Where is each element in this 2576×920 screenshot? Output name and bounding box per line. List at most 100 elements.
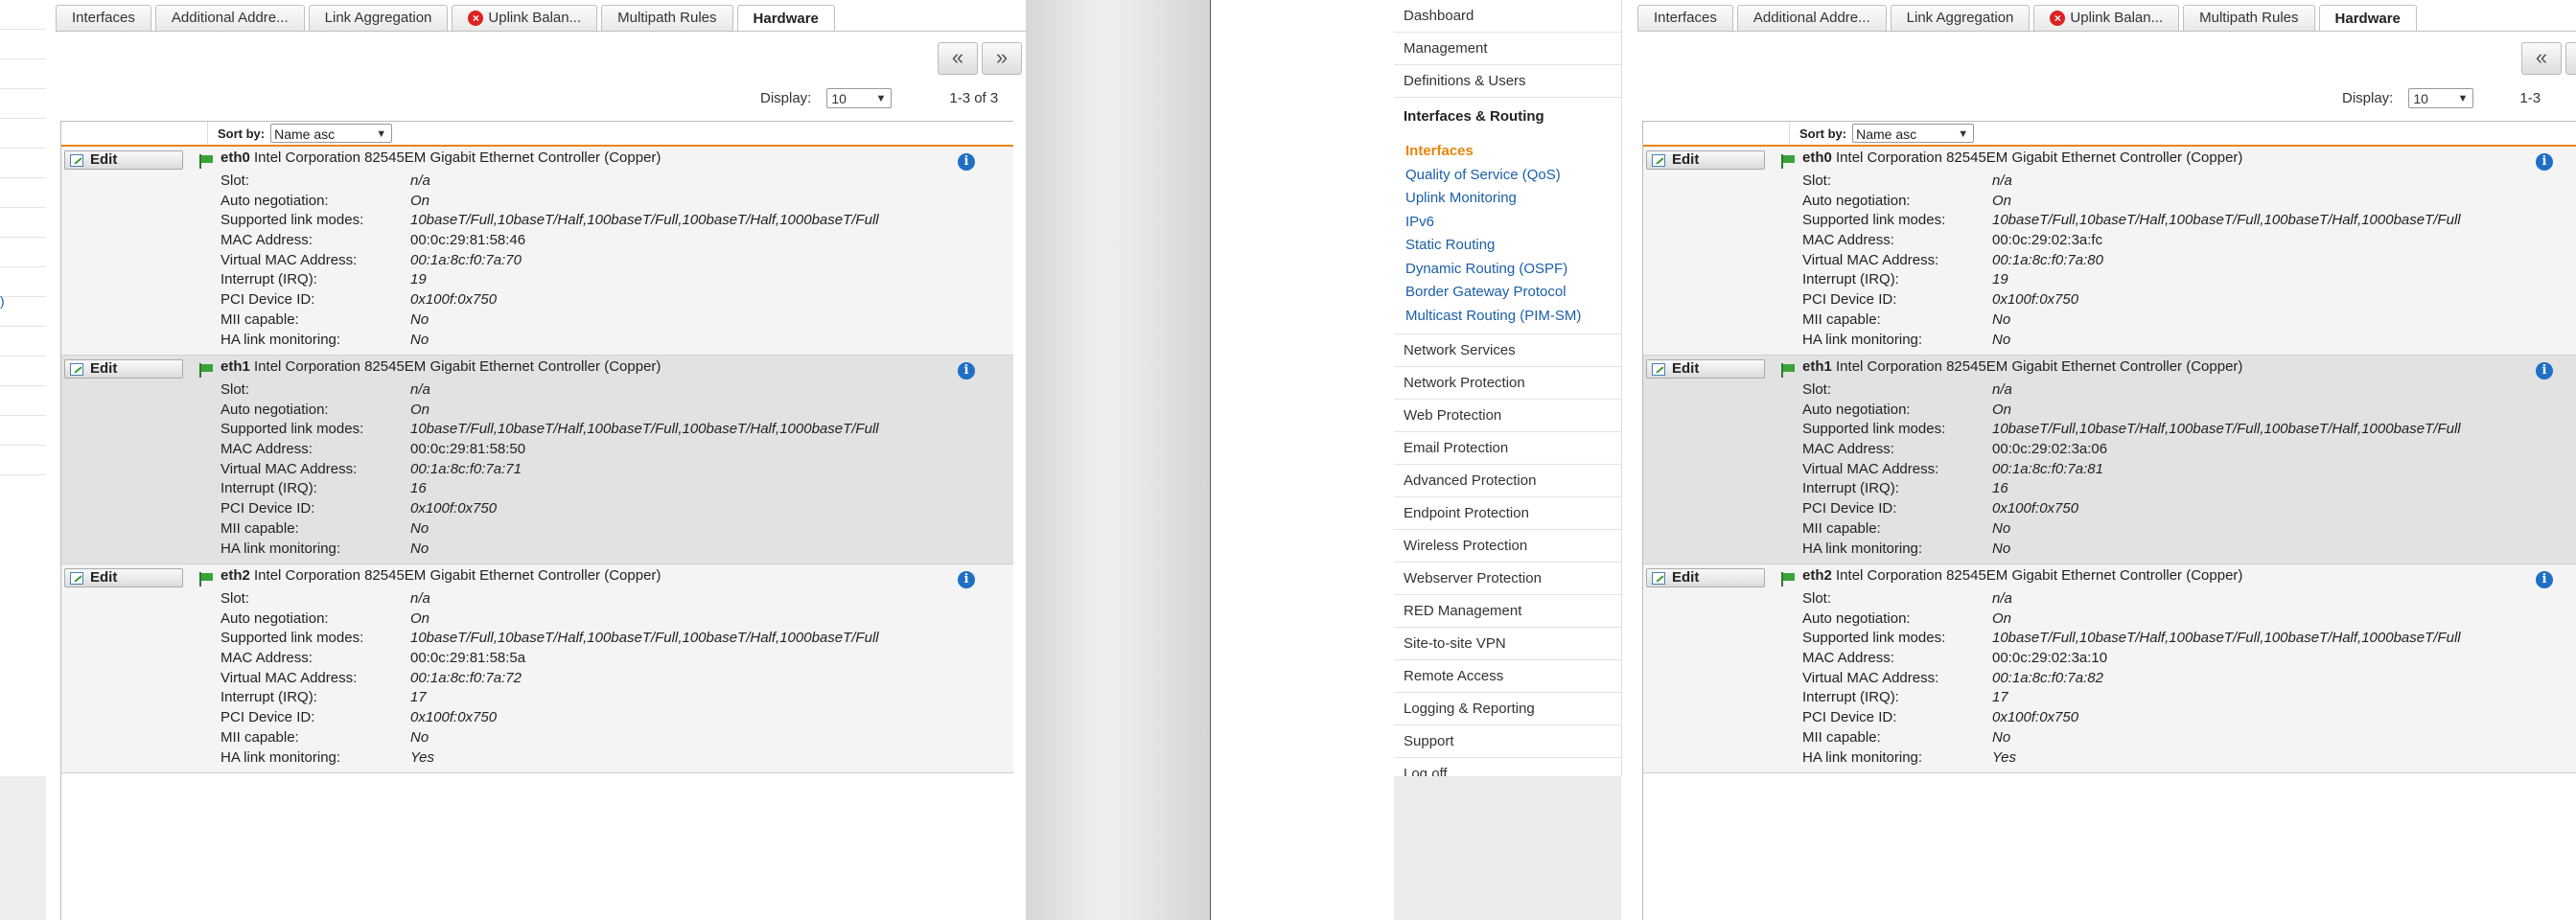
- property-value: 10baseT/Full,10baseT/Half,100baseT/Full,…: [410, 630, 879, 647]
- property-value: 00:0c:29:81:58:50: [410, 441, 526, 458]
- select-all-column: [60, 122, 208, 145]
- sidebar-item-advanced-protection[interactable]: Advanced Protection: [1394, 465, 1621, 497]
- tab-uplink-balan[interactable]: × Uplink Balan...: [452, 5, 598, 31]
- sidebar-item-remote-access[interactable]: Remote Access: [1394, 660, 1621, 693]
- property-label: MAC Address:: [1802, 232, 1894, 249]
- edit-button[interactable]: Edit: [1646, 359, 1765, 379]
- interface-title: eth2 Intel Corporation 82545EM Gigabit E…: [220, 567, 661, 584]
- subnav-item-quality-of-service-qos[interactable]: Quality of Service (QoS): [1394, 164, 1621, 188]
- subnav-item-dynamic-routing-ospf[interactable]: Dynamic Routing (OSPF): [1394, 258, 1621, 282]
- interface-name: eth0: [1802, 150, 1832, 166]
- info-icon[interactable]: i: [958, 571, 975, 588]
- interface-title: eth0 Intel Corporation 82545EM Gigabit E…: [220, 150, 661, 166]
- sidebar-item-dashboard[interactable]: Dashboard: [1394, 0, 1621, 33]
- info-icon[interactable]: i: [958, 362, 975, 380]
- info-icon[interactable]: i: [2536, 571, 2553, 588]
- sidebar-item-endpoint-protection[interactable]: Endpoint Protection: [1394, 497, 1621, 530]
- subnav-item-ipv6[interactable]: IPv6: [1394, 211, 1621, 235]
- sidebar-item-definitions-users[interactable]: Definitions & Users: [1394, 65, 1621, 98]
- property-value: 0x100f:0x750: [1992, 709, 2079, 726]
- subnav-item-multicast-routing-pim-sm[interactable]: Multicast Routing (PIM-SM): [1394, 305, 1621, 329]
- sidebar-item-network-protection[interactable]: Network Protection: [1394, 367, 1621, 400]
- property-value: No: [410, 519, 429, 537]
- tab-uplink-balan[interactable]: × Uplink Balan...: [2033, 5, 2180, 31]
- prev-page-button[interactable]: «: [2521, 42, 2562, 75]
- sidebar-item-webserver-protection[interactable]: Webserver Protection: [1394, 563, 1621, 595]
- sort-select[interactable]: Name asc ▼: [270, 124, 393, 143]
- tab-link-aggregation[interactable]: Link Aggregation: [1890, 5, 2031, 31]
- edit-button[interactable]: Edit: [1646, 568, 1765, 587]
- property-value: Yes: [1992, 748, 2017, 766]
- property-label: Virtual MAC Address:: [1802, 669, 1939, 686]
- sidebar-item-support[interactable]: Support: [1394, 725, 1621, 758]
- tab-hardware[interactable]: Hardware: [736, 5, 835, 32]
- display-select[interactable]: 10 ▼: [826, 88, 893, 108]
- sidebar-item-logging-reporting[interactable]: Logging & Reporting: [1394, 693, 1621, 725]
- property-value: n/a: [1992, 172, 2012, 189]
- property-label: PCI Device ID:: [220, 709, 315, 726]
- edit-button[interactable]: Edit: [64, 359, 183, 379]
- sidebar-nav: Dashboard Management Definitions & Users I…: [1394, 0, 1622, 920]
- tab-multipath-rules[interactable]: Multipath Rules: [601, 5, 733, 31]
- property-value: n/a: [410, 590, 430, 607]
- info-icon[interactable]: i: [2536, 362, 2553, 380]
- tab-additional-addre[interactable]: Additional Addre...: [154, 5, 305, 31]
- edit-button[interactable]: Edit: [1646, 150, 1765, 170]
- display-select[interactable]: 10 ▼: [2408, 88, 2474, 108]
- tab-label: Additional Addre...: [1752, 10, 1870, 26]
- subnav-item-static-routing[interactable]: Static Routing: [1394, 234, 1621, 258]
- sidebar-item-network-services[interactable]: Network Services: [1394, 334, 1621, 367]
- property-pci: PCI Device ID: 0x100f:0x750: [220, 708, 879, 728]
- tab-multipath-rules[interactable]: Multipath Rules: [2183, 5, 2315, 31]
- sidebar-item-interfaces-routing[interactable]: Interfaces & Routing: [1394, 98, 1621, 136]
- property-label: HA link monitoring:: [220, 331, 341, 348]
- property-modes: Supported link modes: 10baseT/Full,10base…: [1802, 211, 2461, 231]
- tab-interfaces[interactable]: Interfaces: [1637, 5, 1733, 31]
- property-value: 00:0c:29:02:3a:10: [1992, 650, 2108, 667]
- property-value: No: [1992, 310, 2011, 328]
- sidebar-item-web-protection[interactable]: Web Protection: [1394, 400, 1621, 432]
- property-pci: PCI Device ID: 0x100f:0x750: [1802, 708, 2461, 728]
- subnav-item-border-gateway-protocol[interactable]: Border Gateway Protocol: [1394, 281, 1621, 305]
- pager: « »: [934, 42, 1022, 75]
- sidebar-item-email-protection[interactable]: Email Protection: [1394, 432, 1621, 465]
- sort-select[interactable]: Name asc ▼: [1852, 124, 1975, 143]
- status-flag-icon: [199, 363, 213, 378]
- status-flag-icon: [1781, 154, 1795, 169]
- tab-hardware[interactable]: Hardware: [2318, 5, 2417, 32]
- edit-icon: [1652, 153, 1665, 167]
- property-label: MII capable:: [1802, 519, 1881, 537]
- list-item: Edit eth0 Intel Corporation 82545EM Gigab…: [60, 147, 1013, 356]
- next-page-button[interactable]: »: [982, 42, 1022, 75]
- sidebar-item-site-to-site-vpn[interactable]: Site-to-site VPN: [1394, 628, 1621, 660]
- property-vmac: Virtual MAC Address: 00:1a:8c:f0:7a:80: [1802, 251, 2461, 271]
- sidebar-item-management[interactable]: Management: [1394, 33, 1621, 65]
- info-icon[interactable]: i: [2536, 153, 2553, 171]
- next-page-button[interactable]: »: [2565, 42, 2576, 75]
- info-icon[interactable]: i: [958, 153, 975, 171]
- property-label: Supported link modes:: [220, 630, 364, 647]
- property-label: HA link monitoring:: [220, 540, 341, 557]
- interface-name: eth2: [220, 567, 250, 584]
- tab-label: Multipath Rules: [617, 10, 717, 26]
- property-label: Auto negotiation:: [1802, 610, 1911, 627]
- property-label: Auto negotiation:: [1802, 401, 1911, 418]
- property-modes: Supported link modes: 10baseT/Full,10base…: [220, 211, 879, 231]
- tab-link-aggregation[interactable]: Link Aggregation: [308, 5, 449, 31]
- subnav-item-interfaces[interactable]: Interfaces: [1394, 140, 1621, 164]
- error-icon: ×: [468, 11, 484, 26]
- property-label: HA link monitoring:: [1802, 540, 1923, 557]
- property-value: No: [1992, 331, 2011, 348]
- tab-interfaces[interactable]: Interfaces: [56, 5, 151, 31]
- property-label: Virtual MAC Address:: [1802, 251, 1939, 268]
- prev-page-button[interactable]: «: [938, 42, 978, 75]
- tab-additional-addre[interactable]: Additional Addre...: [1736, 5, 1887, 31]
- subnav-item-uplink-monitoring[interactable]: Uplink Monitoring: [1394, 187, 1621, 211]
- sidebar-item-wireless-protection[interactable]: Wireless Protection: [1394, 530, 1621, 563]
- sidebar-item-red-management[interactable]: RED Management: [1394, 595, 1621, 628]
- edit-button[interactable]: Edit: [64, 150, 183, 170]
- edit-button[interactable]: Edit: [64, 568, 183, 587]
- property-value: n/a: [410, 172, 430, 189]
- property-label: Interrupt (IRQ):: [220, 480, 317, 497]
- left-pane: ) Interfaces Additional Addre... Link Aggr…: [0, 0, 1026, 920]
